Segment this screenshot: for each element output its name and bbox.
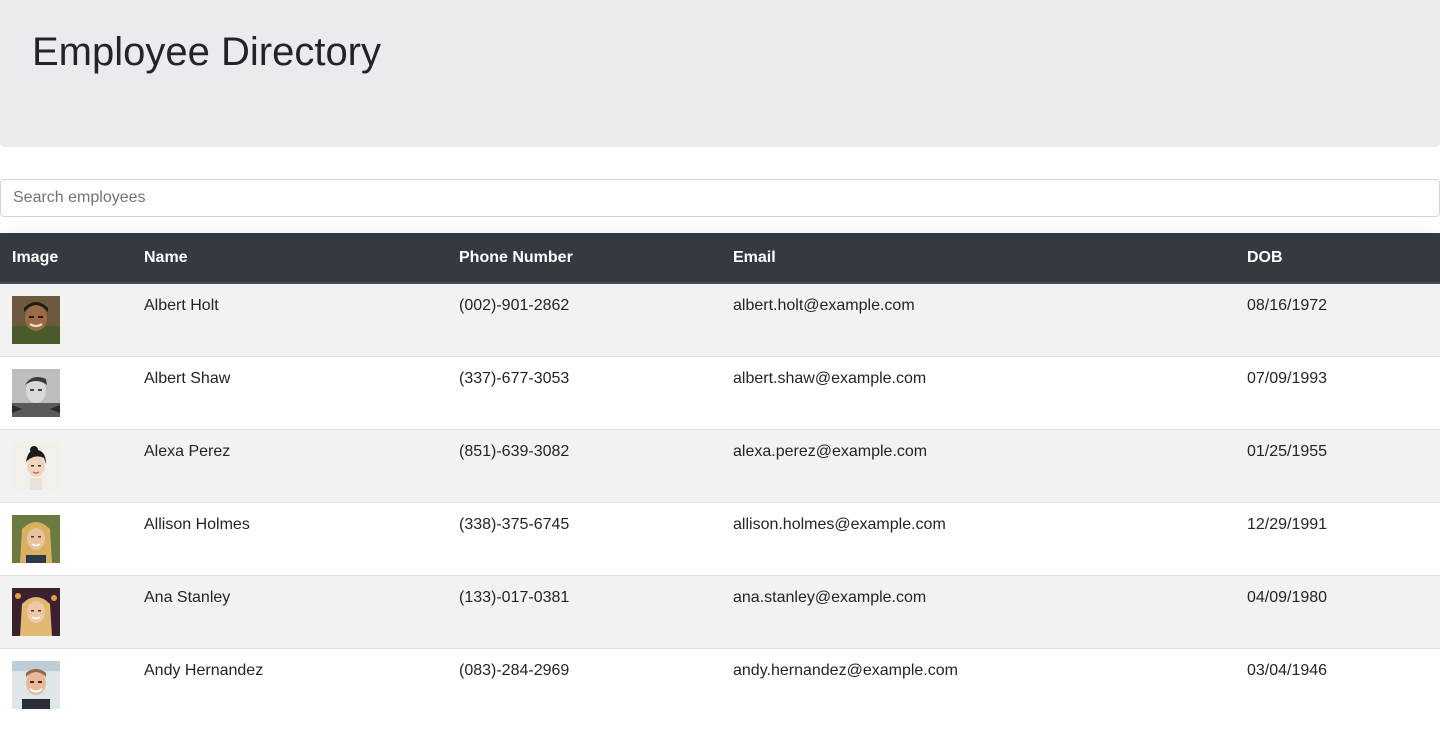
email-cell: albert.shaw@example.com bbox=[721, 356, 1235, 430]
employee-photo bbox=[12, 369, 60, 417]
table-row: Alexa Perez (851)-639-3082 alexa.perez@e… bbox=[0, 429, 1440, 503]
employee-email: alexa.perez@example.com bbox=[733, 443, 928, 460]
employee-phone: (083)-284-2969 bbox=[459, 662, 570, 679]
search-input[interactable] bbox=[0, 179, 1440, 217]
table-row: Albert Shaw (337)-677-3053 albert.shaw@e… bbox=[0, 356, 1440, 430]
header-jumbotron: Employee Directory bbox=[0, 0, 1440, 147]
email-cell: andy.hernandez@example.com bbox=[721, 648, 1235, 722]
employee-dob: 03/04/1946 bbox=[1247, 662, 1328, 679]
name-cell: Ana Stanley bbox=[132, 575, 447, 649]
employee-name: Ana Stanley bbox=[144, 589, 231, 606]
phone-cell: (338)-375-6745 bbox=[447, 502, 721, 576]
employee-dob: 01/25/1955 bbox=[1247, 443, 1328, 460]
table-row: Allison Holmes (338)-375-6745 allison.ho… bbox=[0, 502, 1440, 576]
employee-dob: 12/29/1991 bbox=[1247, 516, 1328, 533]
employee-name: Alexa Perez bbox=[144, 443, 231, 460]
email-cell: allison.holmes@example.com bbox=[721, 502, 1235, 576]
phone-cell: (083)-284-2969 bbox=[447, 648, 721, 722]
column-header-phone[interactable]: Phone Number bbox=[447, 233, 721, 284]
employee-name: Allison Holmes bbox=[144, 516, 250, 533]
employee-name: Albert Holt bbox=[144, 297, 219, 314]
image-cell bbox=[0, 429, 132, 503]
employee-email: albert.holt@example.com bbox=[733, 297, 915, 314]
name-cell: Albert Shaw bbox=[132, 356, 447, 430]
dob-cell: 03/04/1946 bbox=[1235, 648, 1440, 722]
employee-email: allison.holmes@example.com bbox=[733, 516, 946, 533]
phone-cell: (337)-677-3053 bbox=[447, 356, 721, 430]
table-row: Albert Holt (002)-901-2862 albert.holt@e… bbox=[0, 282, 1440, 357]
employee-table: Image Name Phone Number Email DOB Albert… bbox=[0, 233, 1440, 722]
employee-table-container: Image Name Phone Number Email DOB Albert… bbox=[0, 233, 1440, 731]
dob-cell: 08/16/1972 bbox=[1235, 282, 1440, 357]
column-header-email[interactable]: Email bbox=[721, 233, 1235, 284]
name-cell: Allison Holmes bbox=[132, 502, 447, 576]
employee-email: albert.shaw@example.com bbox=[733, 370, 927, 387]
image-cell bbox=[0, 282, 132, 357]
image-cell bbox=[0, 575, 132, 649]
column-header-image[interactable]: Image bbox=[0, 233, 132, 284]
employee-photo bbox=[12, 442, 60, 490]
employee-phone: (851)-639-3082 bbox=[459, 443, 570, 460]
name-cell: Alexa Perez bbox=[132, 429, 447, 503]
employee-phone: (002)-901-2862 bbox=[459, 297, 570, 314]
employee-phone: (337)-677-3053 bbox=[459, 370, 570, 387]
employee-name: Andy Hernandez bbox=[144, 662, 264, 679]
employee-dob: 08/16/1972 bbox=[1247, 297, 1328, 314]
table-header: Image Name Phone Number Email DOB bbox=[0, 233, 1440, 284]
phone-cell: (851)-639-3082 bbox=[447, 429, 721, 503]
dob-cell: 07/09/1993 bbox=[1235, 356, 1440, 430]
table-body: Albert Holt (002)-901-2862 albert.holt@e… bbox=[0, 282, 1440, 722]
employee-dob: 07/09/1993 bbox=[1247, 370, 1328, 387]
employee-email: ana.stanley@example.com bbox=[733, 589, 927, 606]
employee-phone: (338)-375-6745 bbox=[459, 516, 570, 533]
image-cell bbox=[0, 502, 132, 576]
employee-phone: (133)-017-0381 bbox=[459, 589, 570, 606]
employee-name: Albert Shaw bbox=[144, 370, 231, 387]
column-header-name[interactable]: Name bbox=[132, 233, 447, 284]
dob-cell: 12/29/1991 bbox=[1235, 502, 1440, 576]
image-cell bbox=[0, 356, 132, 430]
name-cell: Albert Holt bbox=[132, 282, 447, 357]
employee-photo bbox=[12, 661, 60, 709]
table-row: Andy Hernandez (083)-284-2969 andy.herna… bbox=[0, 648, 1440, 722]
phone-cell: (133)-017-0381 bbox=[447, 575, 721, 649]
column-header-dob[interactable]: DOB bbox=[1235, 233, 1440, 284]
employee-photo bbox=[12, 588, 60, 636]
table-row: Ana Stanley (133)-017-0381 ana.stanley@e… bbox=[0, 575, 1440, 649]
dob-cell: 01/25/1955 bbox=[1235, 429, 1440, 503]
employee-photo bbox=[12, 296, 60, 344]
dob-cell: 04/09/1980 bbox=[1235, 575, 1440, 649]
employee-photo bbox=[12, 515, 60, 563]
employee-dob: 04/09/1980 bbox=[1247, 589, 1328, 606]
name-cell: Andy Hernandez bbox=[132, 648, 447, 722]
email-cell: ana.stanley@example.com bbox=[721, 575, 1235, 649]
page-title: Employee Directory bbox=[32, 30, 382, 74]
employee-email: andy.hernandez@example.com bbox=[733, 662, 958, 679]
email-cell: albert.holt@example.com bbox=[721, 282, 1235, 357]
email-cell: alexa.perez@example.com bbox=[721, 429, 1235, 503]
image-cell bbox=[0, 648, 132, 722]
phone-cell: (002)-901-2862 bbox=[447, 282, 721, 357]
